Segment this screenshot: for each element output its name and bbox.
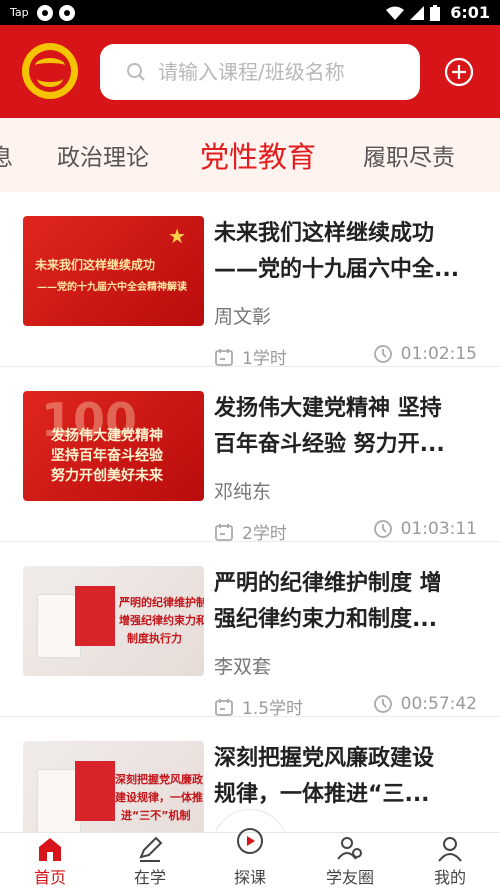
course-duration: 01:03:11 (373, 519, 477, 539)
course-hours: 2学时 (214, 519, 287, 544)
course-duration: 01:02:15 (373, 344, 477, 364)
user-icon (438, 837, 462, 862)
nav-community[interactable]: 学友圈 (300, 833, 400, 888)
search-icon (127, 63, 145, 81)
app-header (0, 25, 500, 118)
calendar-icon (215, 698, 233, 716)
thumb-text: ——党的十九届六中全会精神解读 (37, 282, 187, 293)
status-bar: Tap 6:01 (0, 0, 500, 25)
book-image (75, 761, 115, 821)
play-circle-icon (237, 828, 263, 854)
friends-icon (337, 837, 362, 860)
course-thumbnail: 100 发扬伟大建党精神 坚持百年奋斗经验 努力开创美好未来 (23, 391, 204, 501)
course-title: 未来我们这样继续成功 ——党的十九届六中全... (214, 221, 460, 282)
category-tabs: 息 政治理论 党性教育 履职尽责 (0, 118, 500, 192)
notification-icon-2 (58, 4, 75, 21)
course-item[interactable]: ★ 未来我们这样继续成功 ——党的十九届六中全会精神解读 未来我们这样继续成功 … (0, 192, 500, 369)
course-title: 发扬伟大建党精神 坚持 百年奋斗经验 努力开... (214, 396, 445, 457)
thumb-text: 深刻把握党风廉政 (115, 773, 203, 786)
tab-party-education[interactable]: 党性教育 (200, 134, 316, 176)
course-thumbnail: 深刻把握党风廉政 建设规律，一体推 进“三不”机制 (23, 741, 204, 832)
thumb-text: 发扬伟大建党精神 (51, 428, 163, 444)
thumb-text: 增强纪律约束力和 (119, 614, 204, 627)
status-time: 6:01 (450, 3, 490, 22)
wifi-icon (386, 6, 405, 20)
search-bar[interactable] (100, 44, 420, 100)
search-input[interactable] (158, 60, 398, 84)
tab-duty[interactable]: 履职尽责 (363, 138, 455, 172)
thumb-text: 制度执行力 (127, 632, 182, 645)
nav-explore[interactable]: 探课 (200, 828, 300, 888)
course-list: ★ 未来我们这样继续成功 ——党的十九届六中全会精神解读 未来我们这样继续成功 … (0, 192, 500, 832)
home-icon (39, 838, 61, 861)
course-duration: 00:57:42 (373, 694, 477, 714)
nav-home[interactable]: 首页 (0, 833, 100, 888)
nav-label: 在学 (133, 868, 166, 887)
course-item[interactable]: 严明的纪律维护制度 增强纪律约束力和 制度执行力 严明的纪律维护制度 增 强纪律… (0, 542, 500, 719)
clock-icon (373, 345, 392, 363)
nav-learning[interactable]: 在学 (100, 833, 200, 888)
course-author: 周文彰 (214, 306, 272, 328)
signal-icon (410, 5, 425, 20)
course-author: 李双套 (214, 656, 272, 678)
tab-partial[interactable]: 息 (0, 138, 13, 172)
course-thumbnail: ★ 未来我们这样继续成功 ——党的十九届六中全会精神解读 (23, 216, 204, 326)
status-app-label: Tap (10, 6, 29, 19)
thumb-text: 努力开创美好未来 (51, 468, 163, 484)
course-author: 邓纯东 (214, 481, 272, 503)
party-emblem-icon: ★ (168, 224, 186, 248)
nav-profile[interactable]: 我的 (400, 833, 500, 888)
thumb-text: 进“三不”机制 (121, 809, 191, 822)
book-image (75, 586, 115, 646)
course-thumbnail: 严明的纪律维护制度 增强纪律约束力和 制度执行力 (23, 566, 204, 676)
bottom-nav: 首页 在学 探课 学友圈 我的 (0, 828, 500, 888)
thumb-text: 坚持百年奋斗经验 (51, 448, 163, 464)
thumb-text: 严明的纪律维护制度 (119, 596, 204, 609)
nav-label: 探课 (233, 868, 266, 887)
thumb-text: 建设规律，一体推 (115, 791, 203, 804)
notification-icon (36, 4, 53, 21)
course-hours: 1学时 (214, 344, 287, 369)
course-title: 严明的纪律维护制度 增 强纪律约束力和制度... (214, 571, 442, 632)
clock-icon (373, 520, 392, 538)
calendar-icon (215, 348, 233, 366)
calendar-icon (215, 523, 233, 541)
nav-label: 学友圈 (325, 868, 374, 887)
thumb-text: 未来我们这样继续成功 (35, 258, 156, 272)
nav-label: 我的 (433, 868, 466, 887)
clock-icon (373, 695, 392, 713)
battery-icon (430, 4, 441, 21)
course-item[interactable]: 100 发扬伟大建党精神 坚持百年奋斗经验 努力开创美好未来 发扬伟大建党精神 … (0, 367, 500, 544)
course-title: 深刻把握党风廉政建设 规律，一体推进“三... (214, 746, 435, 807)
pen-icon (139, 836, 163, 862)
add-icon[interactable] (444, 57, 474, 87)
tab-political-theory[interactable]: 政治理论 (57, 138, 149, 172)
course-hours: 1.5学时 (214, 694, 303, 719)
app-logo (22, 43, 78, 99)
nav-label: 首页 (33, 868, 66, 887)
